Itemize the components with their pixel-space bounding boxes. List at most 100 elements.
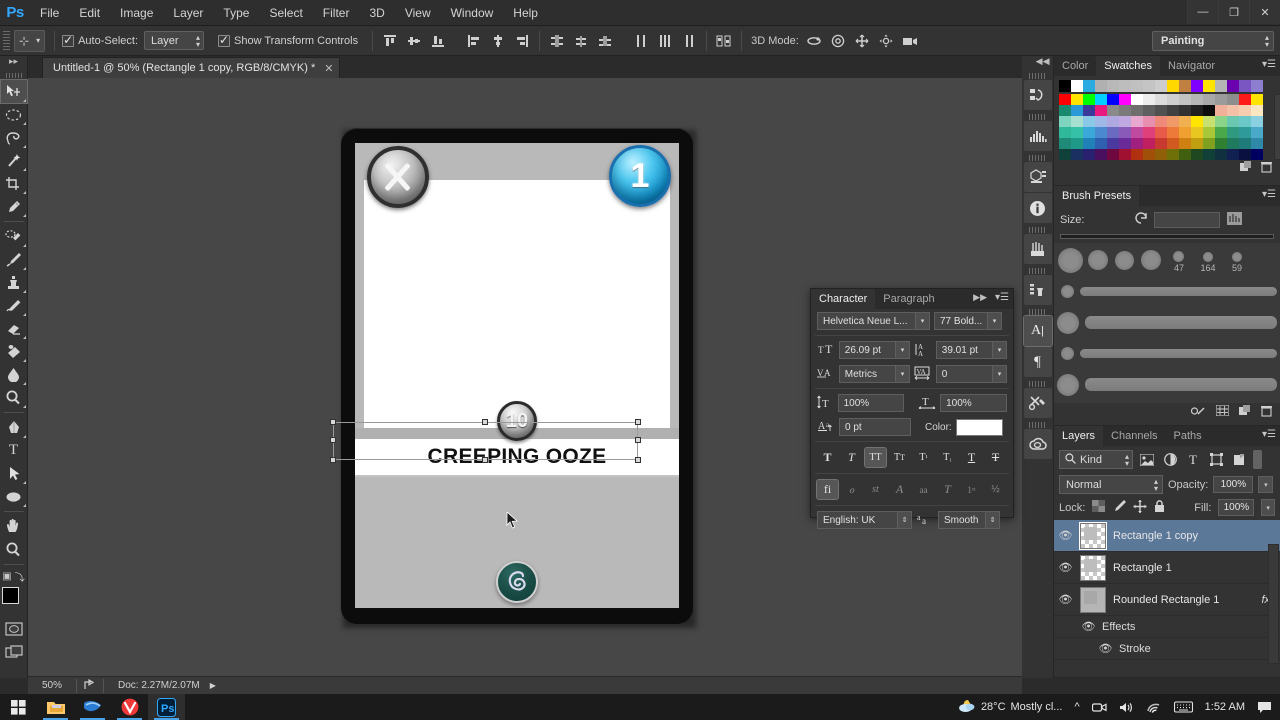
- wifi-icon[interactable]: [1140, 694, 1168, 720]
- layer-name[interactable]: Rounded Rectangle 1: [1113, 594, 1254, 606]
- swatch-cell[interactable]: [1239, 94, 1251, 105]
- swatch-cell[interactable]: [1143, 105, 1155, 116]
- layer-effects-row[interactable]: 👁 Effects: [1054, 616, 1280, 638]
- swatch-cell[interactable]: [1179, 105, 1191, 116]
- swatch-cell[interactable]: [1119, 127, 1131, 138]
- new-brush-preset-icon[interactable]: [1190, 405, 1206, 419]
- dock-grip[interactable]: [1028, 381, 1047, 387]
- dock-grip[interactable]: [1028, 114, 1047, 120]
- swatch-cell[interactable]: [1215, 116, 1227, 127]
- swatch-cell[interactable]: [1215, 149, 1227, 160]
- brush-preset-item[interactable]: [1057, 309, 1277, 336]
- faux-bold-button[interactable]: T: [817, 448, 838, 467]
- swatch-cell[interactable]: [1059, 94, 1071, 105]
- minimize-button[interactable]: —: [1187, 0, 1218, 24]
- toolbar-grip[interactable]: [0, 71, 27, 80]
- swatch-cell[interactable]: [1203, 149, 1215, 160]
- swatch-cell[interactable]: [1083, 116, 1095, 127]
- close-button[interactable]: ✕: [1249, 0, 1280, 24]
- tab-color[interactable]: Color: [1054, 56, 1096, 76]
- swatch-cell[interactable]: [1203, 94, 1215, 105]
- new-swatch-icon[interactable]: [1240, 161, 1252, 175]
- swatch-cell[interactable]: [1251, 138, 1263, 149]
- swatch-cell[interactable]: [1191, 149, 1203, 160]
- fractions-button[interactable]: ½: [985, 480, 1006, 499]
- dodge-tool[interactable]: [1, 386, 27, 409]
- underline-button[interactable]: T: [961, 448, 982, 467]
- swatch-cell[interactable]: [1215, 94, 1227, 105]
- font-family-select[interactable]: Helvetica Neue L... ▾: [817, 312, 930, 330]
- ordinals-button[interactable]: 1ˢᵗ: [961, 480, 982, 499]
- chevron-down-icon[interactable]: ▾: [915, 313, 929, 329]
- superscript-button[interactable]: T¹: [913, 448, 934, 467]
- brush-thumb[interactable]: [1203, 252, 1213, 262]
- file-explorer-icon[interactable]: [37, 694, 74, 720]
- swatch-cell[interactable]: [1251, 105, 1263, 116]
- collapse-icon[interactable]: ▶▶: [973, 292, 987, 303]
- swatch-cell[interactable]: [1251, 94, 1263, 105]
- layers-scrollbar[interactable]: [1268, 544, 1279, 664]
- swatch-cell[interactable]: [1131, 149, 1143, 160]
- move-tool[interactable]: [0, 79, 28, 104]
- swatch-cell[interactable]: [1155, 138, 1167, 149]
- status-expand-icon[interactable]: ▶: [210, 681, 216, 690]
- swatch-cell[interactable]: [1107, 105, 1119, 116]
- swatch-cell[interactable]: [1179, 138, 1191, 149]
- swatch-cell[interactable]: [1203, 127, 1215, 138]
- chevron-down-icon[interactable]: ▾: [992, 366, 1006, 382]
- brush-size-slider[interactable]: [1060, 234, 1274, 239]
- recent-swatch[interactable]: [1083, 80, 1095, 92]
- stroke-visibility-icon[interactable]: 👁: [1098, 642, 1113, 655]
- restore-button[interactable]: ❐: [1218, 0, 1249, 24]
- swatch-cell[interactable]: [1143, 116, 1155, 127]
- swatch-cell[interactable]: [1155, 94, 1167, 105]
- menu-image[interactable]: Image: [110, 0, 163, 26]
- brush-panel-icon[interactable]: [1023, 234, 1052, 264]
- tab-navigator[interactable]: Navigator: [1160, 56, 1223, 76]
- opacity-slider-chevron-icon[interactable]: ▾: [1258, 476, 1274, 493]
- filter-type-icon[interactable]: T: [1184, 451, 1202, 469]
- swatch-cell[interactable]: [1107, 116, 1119, 127]
- swatch-cell[interactable]: [1227, 116, 1239, 127]
- chevron-down-icon[interactable]: ▾: [992, 342, 1006, 358]
- font-style-select[interactable]: 77 Bold... ▾: [934, 312, 1002, 330]
- swatch-cell[interactable]: [1083, 138, 1095, 149]
- brush-thumb[interactable]: [1058, 248, 1083, 273]
- current-tool-preset[interactable]: ⊹ ▾: [14, 29, 46, 52]
- subscript-button[interactable]: T₁: [937, 448, 958, 467]
- dock-grip[interactable]: [1028, 227, 1047, 233]
- toolbar-collapse-icon[interactable]: ▸▸: [1, 56, 27, 68]
- layer-thumbnail[interactable]: [1079, 521, 1107, 550]
- windows-start-icon[interactable]: [0, 694, 37, 720]
- chevron-down-icon[interactable]: ▾: [895, 366, 909, 382]
- panel-menu-icon[interactable]: ▾☰: [995, 292, 1009, 303]
- brush-tool[interactable]: [1, 248, 27, 271]
- chevron-updown-icon[interactable]: ⇕: [897, 512, 911, 528]
- spot-healing-brush-tool[interactable]: [1, 225, 27, 248]
- swatch-cell[interactable]: [1203, 105, 1215, 116]
- filter-smart-object-icon[interactable]: [1230, 451, 1248, 469]
- photoshop-icon[interactable]: Ps: [148, 694, 185, 720]
- align-top-edges-icon[interactable]: [380, 31, 400, 51]
- document-tab[interactable]: Untitled-1 @ 50% (Rectangle 1 copy, RGB/…: [42, 57, 341, 78]
- brush-presets-list[interactable]: [1054, 275, 1280, 403]
- 3d-panel-icon[interactable]: [1023, 162, 1052, 192]
- kerning-select[interactable]: Metrics ▾: [838, 365, 910, 383]
- brush-preset-item[interactable]: [1057, 340, 1277, 367]
- layer-row[interactable]: 👁 Rectangle 1: [1054, 552, 1280, 584]
- lock-position-icon[interactable]: [1133, 499, 1147, 516]
- swatch-cell[interactable]: [1119, 94, 1131, 105]
- swatch-cell[interactable]: [1059, 138, 1071, 149]
- tab-brush-presets[interactable]: Brush Presets: [1054, 186, 1140, 206]
- recent-swatch[interactable]: [1071, 80, 1083, 92]
- dock-collapse-icon[interactable]: ◀◀: [1022, 56, 1054, 70]
- contextual-alternates-button[interactable]: ℴ: [841, 480, 862, 499]
- brush-preset-item[interactable]: [1057, 278, 1277, 305]
- swatch-cell[interactable]: [1119, 149, 1131, 160]
- default-colors-icon[interactable]: ▣: [2, 571, 11, 582]
- effects-visibility-icon[interactable]: 👁: [1081, 620, 1096, 633]
- swatch-cell[interactable]: [1083, 94, 1095, 105]
- tab-character[interactable]: Character: [811, 289, 876, 309]
- clock[interactable]: 1:52 AM: [1199, 694, 1251, 720]
- foreground-color-swatch[interactable]: [1, 587, 19, 604]
